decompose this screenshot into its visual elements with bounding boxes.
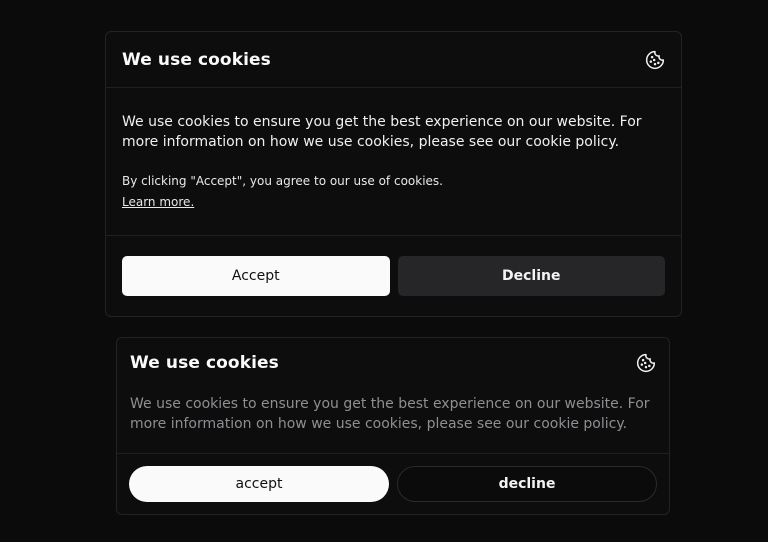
cookie-banner-title: We use cookies <box>130 353 279 373</box>
cookie-banner-secondary: We use cookies We use cookies to ensure … <box>116 337 670 515</box>
learn-more-link[interactable]: Learn more. <box>122 195 194 209</box>
cookie-actions: accept decline <box>117 454 669 502</box>
cookie-message: We use cookies to ensure you get the bes… <box>130 396 650 432</box>
cookie-banner-header: We use cookies <box>106 32 681 88</box>
cookie-banner-body: We use cookies to ensure you get the bes… <box>106 88 681 236</box>
cookie-banner-header: We use cookies <box>117 338 669 388</box>
consent-text: By clicking "Accept", you agree to our u… <box>122 174 443 188</box>
cookie-message: We use cookies to ensure you get the bes… <box>122 114 642 150</box>
accept-button[interactable]: Accept <box>122 256 390 296</box>
cookie-actions: Accept Decline <box>106 236 681 296</box>
cookie-icon <box>645 50 665 70</box>
cookie-icon <box>636 353 656 373</box>
cookie-banner-primary: We use cookies We use cookies to ensure … <box>105 31 682 317</box>
cookie-banner-body: We use cookies to ensure you get the bes… <box>117 388 669 454</box>
decline-button[interactable]: Decline <box>397 256 665 296</box>
decline-button[interactable]: decline <box>397 466 657 502</box>
accept-button[interactable]: accept <box>129 466 389 502</box>
cookie-banner-title: We use cookies <box>122 49 271 70</box>
